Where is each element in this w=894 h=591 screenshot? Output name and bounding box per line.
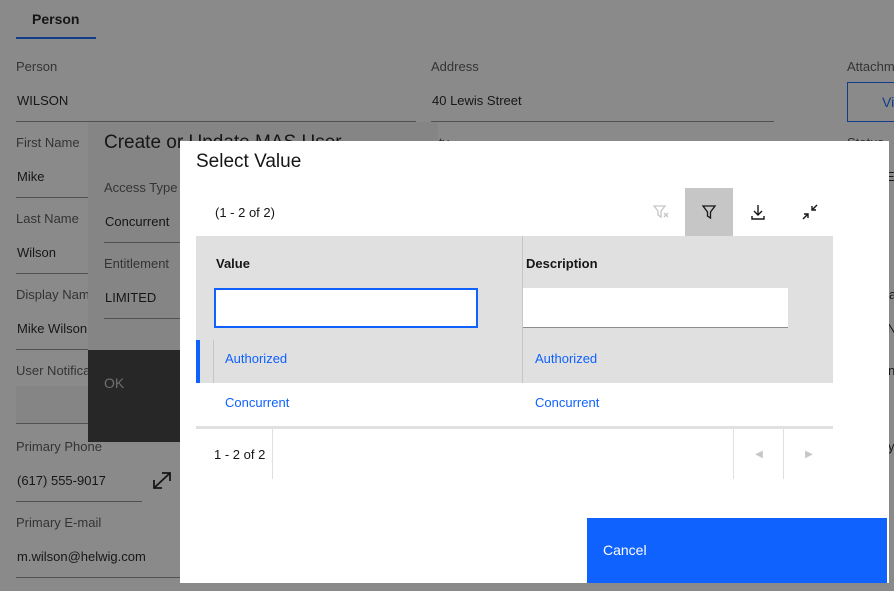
clear-filter-icon <box>653 204 669 220</box>
column-header-description[interactable]: Description <box>526 256 598 271</box>
table-header: Value Description Authorized Authorized <box>196 236 833 383</box>
result-count: (1 - 2 of 2) <box>215 205 275 220</box>
previous-page-button[interactable]: ◀ <box>734 429 784 479</box>
table-row-description[interactable]: Concurrent <box>535 395 599 410</box>
cancel-button[interactable]: Cancel <box>587 518 887 583</box>
pagination-range: 1 - 2 of 2 <box>214 447 266 462</box>
clear-filter-button[interactable] <box>637 188 685 236</box>
next-page-button[interactable]: ▶ <box>784 429 834 479</box>
filter-button[interactable] <box>685 188 733 236</box>
row-divider <box>213 340 214 383</box>
download-icon <box>750 204 766 220</box>
select-value-dialog: Select Value (1 - 2 of 2) Value Descript… <box>180 141 889 583</box>
table-row-description[interactable]: Authorized <box>535 351 597 366</box>
description-filter-input[interactable] <box>523 288 788 328</box>
pagination-divider <box>272 429 273 479</box>
pagination-bar: 1 - 2 of 2 ◀ ▶ <box>196 427 834 479</box>
value-filter-input[interactable] <box>214 288 478 328</box>
filter-icon <box>701 204 717 220</box>
selected-row-indicator <box>196 340 200 383</box>
table-row-value[interactable]: Concurrent <box>225 395 289 410</box>
caret-right-icon: ▶ <box>805 448 813 460</box>
collapse-button[interactable] <box>786 188 834 236</box>
caret-left-icon: ◀ <box>755 448 763 460</box>
table-row-value[interactable]: Authorized <box>225 351 287 366</box>
download-button[interactable] <box>734 188 782 236</box>
column-header-value[interactable]: Value <box>216 256 250 271</box>
table-row[interactable]: Concurrent Concurrent <box>196 383 833 427</box>
dialog-title: Select Value <box>196 151 302 172</box>
collapse-icon <box>802 204 818 220</box>
